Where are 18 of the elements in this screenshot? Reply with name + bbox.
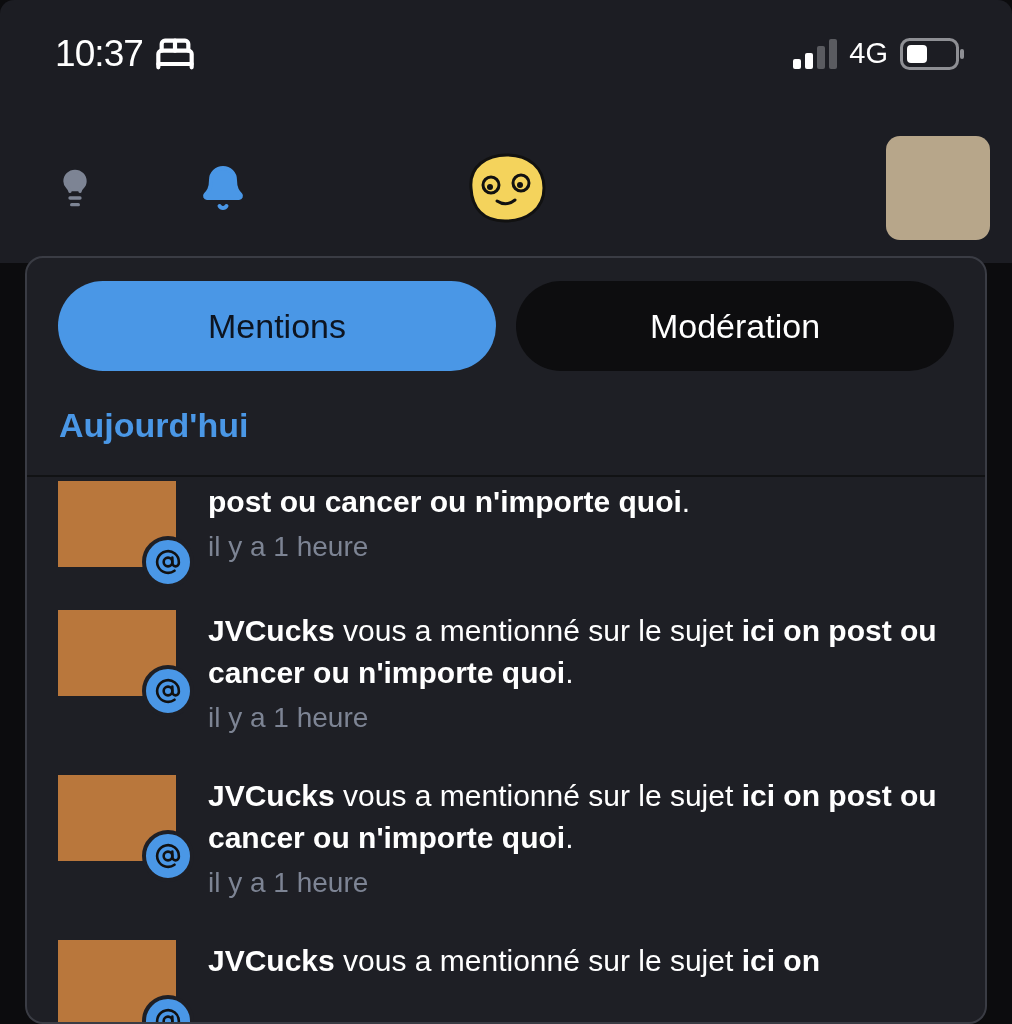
network-label: 4G xyxy=(849,36,888,72)
at-sign-icon xyxy=(155,549,181,575)
notification-text: post ou cancer ou n'importe quoi. xyxy=(208,484,691,520)
notification-text: JVCucks vous a mentionné sur le sujet ici on post ou cancer ou n'importe quoi. xyxy=(208,613,938,691)
tab[interactable]: Modération xyxy=(516,281,954,371)
notification-text: JVCucks vous a mentionné sur le sujet ici on post ou cancer ou n'importe quoi. xyxy=(208,778,938,856)
notification-time: il y a 1 heure xyxy=(208,701,370,735)
notification-time: il y a 1 heure xyxy=(208,530,370,564)
clock-time: 10:37 xyxy=(55,32,143,77)
section-heading: Aujourd'hui xyxy=(59,405,250,446)
notification-text: JVCucks vous a mentionné sur le sujet ici on xyxy=(208,943,820,979)
signal-icon xyxy=(793,39,838,69)
profile-photo-placeholder[interactable] xyxy=(886,135,990,240)
notification-time: il y a 1 heure xyxy=(208,866,370,900)
at-sign-icon xyxy=(155,843,181,869)
battery-icon xyxy=(900,38,964,70)
at-sign-icon xyxy=(155,678,181,704)
tab[interactable]: Mentions xyxy=(58,281,496,371)
